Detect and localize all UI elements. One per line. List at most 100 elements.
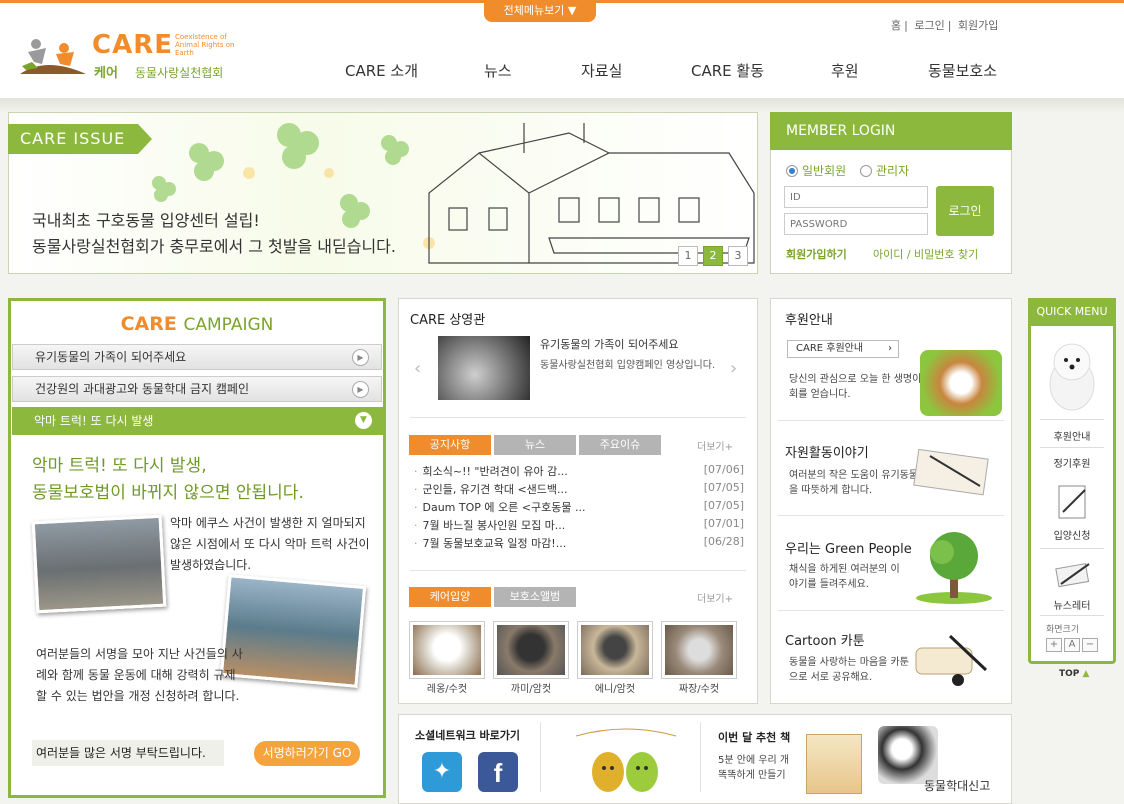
book-desc[interactable]: 5분 안에 우리 개 똑똑하게 만들기 (718, 753, 800, 783)
nav-news[interactable]: 뉴스 (484, 60, 512, 81)
tab-issues[interactable]: 주요이슈 (579, 435, 661, 455)
tab-news[interactable]: 뉴스 (494, 435, 576, 455)
campaign-active-label: 악마 트럭! 또 다시 발생 (34, 414, 154, 428)
campaign-title-rest: CAMPAIGN (183, 315, 274, 335)
sns-title: 소셜네트워크 바로가기 (415, 729, 521, 742)
all-menu-button[interactable]: 전체메뉴보기 ▼ (484, 0, 596, 22)
issue-subheadline[interactable]: 동물사랑실천협회가 충무로에서 그 첫발을 내딛습니다. (32, 233, 396, 257)
green-people-desc: 채식을 하게된 여러분의 이야기를 들려주세요. (789, 564, 900, 590)
quick-regular-sponsor-link[interactable]: 정기후원 (1032, 455, 1112, 470)
dogs-image (878, 726, 938, 784)
find-account-link[interactable]: 아이디 / 비밀번호 찾기 (873, 246, 978, 262)
tree-icon (912, 528, 996, 607)
pet-photo[interactable] (493, 621, 569, 679)
join-link[interactable]: 회원가입 (958, 19, 998, 32)
issue-page-3[interactable]: 3 (728, 246, 748, 266)
id-input[interactable] (784, 186, 928, 208)
pet-caption: 짜장/수컷 (678, 684, 720, 695)
news-item[interactable]: · Daum TOP 에 오른 <구호동물 ... [07/05] (414, 499, 744, 517)
top-button[interactable]: TOP ▲ (1059, 669, 1089, 679)
logo-text[interactable]: CARE (92, 30, 173, 60)
pet-photo[interactable] (661, 621, 737, 679)
campaign-item-health[interactable]: 건강원의 과대광고와 동물학대 금지 캠페인 ▶ (12, 376, 382, 402)
radio-member[interactable]: 일반회원 (786, 162, 846, 179)
divider (410, 570, 746, 571)
divider (778, 420, 1004, 421)
nav-support[interactable]: 후원 (831, 60, 859, 81)
news-more-link[interactable]: 더보기+ (697, 438, 733, 453)
pet-photo[interactable] (409, 621, 485, 679)
logo-icon[interactable] (16, 34, 88, 78)
campaign-headline-2: 동물보호법이 바뀌지 않으면 안됩니다. (32, 483, 304, 503)
login-link[interactable]: 로그인 (914, 19, 944, 32)
pet-caption: 까미/암컷 (510, 684, 552, 695)
radio-icon (860, 165, 872, 177)
utility-links: 홈 | 로그인 | 회원가입 (891, 19, 999, 32)
news-item[interactable]: · 군인들, 유기견 학대 <샌드백... [07/05] (414, 481, 744, 499)
dog-icon (1044, 334, 1100, 417)
chevron-right-icon: › (888, 343, 892, 354)
divider (1040, 447, 1104, 448)
next-arrow-icon[interactable]: › (730, 358, 737, 379)
sign-button[interactable]: 서명하러가기 GO (254, 741, 360, 766)
album-more-link[interactable]: 더보기+ (697, 590, 733, 605)
divider (1040, 615, 1104, 616)
tab-shelter-album[interactable]: 보호소앨범 (494, 587, 576, 607)
nav-care-intro[interactable]: CARE 소개 (345, 60, 418, 81)
divider (410, 417, 746, 418)
join-link[interactable]: 회원가입하기 (786, 246, 847, 262)
issue-page-1[interactable]: 1 (678, 246, 698, 266)
divider (778, 610, 1004, 611)
tab-adopt[interactable]: 케어입양 (409, 587, 491, 607)
divider (778, 515, 1004, 516)
nav-library[interactable]: 자료실 (581, 60, 622, 81)
issue-tag: CARE ISSUE (8, 124, 152, 154)
issue-headline[interactable]: 국내최초 구호동물 입양센터 설립! (32, 207, 260, 231)
zoom-out-button[interactable]: − (1082, 638, 1098, 652)
facebook-icon[interactable]: f (478, 752, 518, 792)
news-item[interactable]: · 희소식~!! "반려견이 유아 감... [07/06] (414, 463, 744, 481)
quick-adopt-link[interactable]: 입양신청 (1032, 527, 1112, 542)
news-item[interactable]: · 7월 바느질 봉사인원 모집 마... [07/01] (414, 517, 744, 535)
abuse-report-link[interactable]: 동물학대신고 (924, 777, 990, 794)
campaign-item-active[interactable]: 악마 트럭! 또 다시 발생 ▼ (12, 407, 384, 435)
clipboard-icon[interactable] (1055, 484, 1091, 523)
cartoon-title[interactable]: Cartoon 카툰 (785, 630, 865, 649)
zoom-label: 화면크기 (1046, 625, 1080, 635)
video-thumbnail[interactable] (438, 336, 530, 400)
zoom-in-button[interactable]: + (1046, 638, 1062, 652)
volunteer-title[interactable]: 자원활동이야기 (785, 442, 869, 461)
pet-photo[interactable] (577, 621, 653, 679)
quick-newsletter-link[interactable]: 뉴스레터 (1032, 597, 1112, 612)
album-more-label: 더보기 (697, 594, 725, 605)
news-date: [07/05] (703, 481, 744, 494)
news-item[interactable]: · 7월 동물보호교육 일정 마감!... [06/28] (414, 535, 744, 553)
divider (700, 722, 701, 792)
nav-shelter[interactable]: 동물보호소 (928, 60, 997, 81)
sponsor-info-button[interactable]: CARE 후원안내 › (787, 340, 899, 358)
home-link[interactable]: 홈 (891, 19, 901, 32)
campaign-item-adopt[interactable]: 유기동물의 가족이 되어주세요 ▶ (12, 344, 382, 370)
veggie-banner-icon[interactable] (566, 722, 686, 795)
campaign-headline: 악마 트럭! 또 다시 발생, 동물보호법이 바뀌지 않으면 안됩니다. (32, 453, 304, 507)
chevron-down-icon: ▼ (355, 412, 372, 429)
zoom-reset-button[interactable]: A (1064, 638, 1080, 652)
password-input[interactable] (784, 213, 928, 235)
issue-page-2[interactable]: 2 (703, 246, 723, 266)
letter-icon (910, 446, 994, 499)
play-arrow-icon: ▶ (352, 349, 369, 366)
cartoon-desc: 동물을 사랑하는 마음을 카툰으로 서로 공유해요. (789, 657, 909, 683)
news-title: 7월 동물보호교육 일정 마감!... (422, 537, 567, 550)
twitter-icon[interactable]: ✦ (422, 752, 462, 792)
newsletter-icon[interactable] (1053, 558, 1093, 593)
video-title[interactable]: 유기동물의 가족이 되어주세요 (540, 336, 679, 352)
login-button[interactable]: 로그인 (936, 186, 994, 236)
radio-admin[interactable]: 관리자 (860, 162, 909, 179)
prev-arrow-icon[interactable]: ‹ (414, 358, 421, 379)
quick-sponsor-link[interactable]: 후원안내 (1032, 428, 1112, 443)
green-people-title[interactable]: 우리는 Green People (785, 538, 912, 557)
nav-care-activity[interactable]: CARE 활동 (691, 60, 764, 81)
tab-notice[interactable]: 공지사항 (409, 435, 491, 455)
book-cover-image[interactable] (806, 734, 862, 794)
sponsor-title: 후원안내 (785, 313, 833, 328)
